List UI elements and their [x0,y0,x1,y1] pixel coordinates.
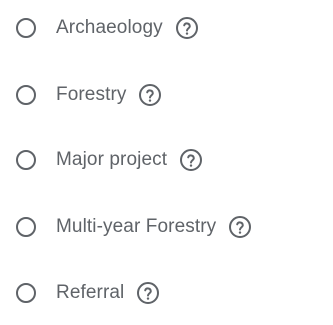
option-major-project[interactable]: Major project [16,143,203,177]
help-circle-icon[interactable] [175,16,199,40]
radio-group: Archaeology Forestry Major project Multi… [0,0,333,325]
radio-button[interactable] [16,217,36,237]
radio-button[interactable] [16,85,36,105]
radio-button[interactable] [16,18,36,38]
option-referral[interactable]: Referral [16,276,160,310]
option-label: Multi-year Forestry [56,216,217,237]
option-archaeology[interactable]: Archaeology [16,11,199,45]
help-circle-icon[interactable] [136,281,160,305]
option-label: Referral [56,282,125,303]
option-multi-year-forestry[interactable]: Multi-year Forestry [16,210,252,244]
option-label: Forestry [56,84,127,105]
help-circle-icon[interactable] [138,83,162,107]
help-circle-icon[interactable] [179,148,203,172]
help-circle-icon[interactable] [228,215,252,239]
option-label: Archaeology [56,17,163,38]
option-label: Major project [56,149,168,170]
radio-button[interactable] [16,150,36,170]
radio-button[interactable] [16,283,36,303]
option-forestry[interactable]: Forestry [16,78,162,112]
